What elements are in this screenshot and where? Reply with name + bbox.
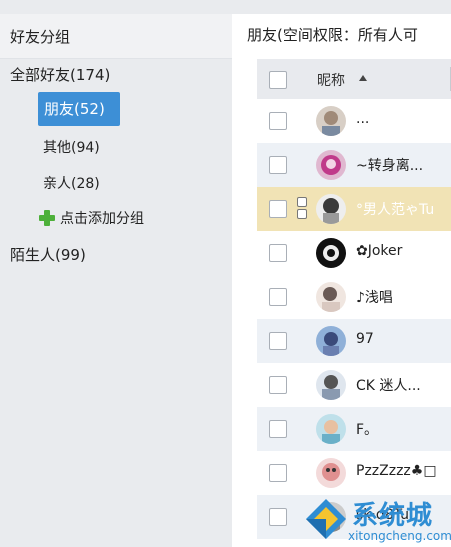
nickname-column-header[interactable]: 昵称 bbox=[317, 70, 345, 90]
avatar bbox=[316, 282, 346, 312]
table-row[interactable]: F。 bbox=[257, 407, 451, 451]
avatar bbox=[316, 150, 346, 180]
select-all-checkbox[interactable] bbox=[269, 71, 287, 89]
watermark-url: xitongcheng.com bbox=[348, 529, 451, 543]
contact-nickname: PzzZzzz♣□ bbox=[356, 463, 437, 479]
table-row[interactable]: ~转身离... bbox=[257, 143, 451, 187]
contact-nickname: CK 迷人... bbox=[356, 378, 421, 394]
group-family[interactable]: 亲人(28) bbox=[43, 173, 100, 193]
row-checkbox[interactable] bbox=[269, 420, 287, 438]
row-checkbox[interactable] bbox=[269, 464, 287, 482]
table-row[interactable]: ♪浅唱 bbox=[257, 275, 451, 319]
avatar bbox=[316, 106, 346, 136]
table-row[interactable]: PzzZzzz♣□ bbox=[257, 451, 451, 495]
table-row[interactable]: ✿Joker bbox=[257, 231, 451, 275]
contact-nickname: F。 bbox=[356, 422, 379, 438]
row-checkbox[interactable] bbox=[269, 244, 287, 262]
group-other[interactable]: 其他(94) bbox=[43, 137, 100, 157]
mobile-icon bbox=[297, 209, 307, 219]
row-checkbox[interactable] bbox=[269, 332, 287, 350]
contact-nickname: ♪浅唱 bbox=[356, 290, 393, 306]
row-checkbox[interactable] bbox=[269, 376, 287, 394]
row-checkbox[interactable] bbox=[269, 112, 287, 130]
group-friends[interactable]: 朋友(52) bbox=[38, 92, 120, 126]
contact-nickname: °男人范ゃTu bbox=[356, 202, 435, 218]
contact-nickname: ~转身离... bbox=[356, 158, 424, 174]
plus-icon bbox=[38, 209, 56, 227]
camera-icon bbox=[297, 197, 307, 207]
watermark-text: 系统城 bbox=[352, 501, 434, 531]
sidebar-title: 好友分组 bbox=[10, 28, 71, 46]
contact-nickname: 97 bbox=[356, 331, 374, 347]
avatar bbox=[316, 238, 346, 268]
sort-ascending-icon[interactable] bbox=[359, 75, 367, 81]
row-checkbox[interactable] bbox=[269, 156, 287, 174]
table-row[interactable]: 97 bbox=[257, 319, 451, 363]
avatar bbox=[316, 458, 346, 488]
table-row[interactable]: ... bbox=[257, 99, 451, 143]
avatar bbox=[316, 326, 346, 356]
group-strangers[interactable]: 陌生人(99) bbox=[10, 244, 86, 265]
groups-panel bbox=[0, 59, 232, 547]
avatar bbox=[316, 414, 346, 444]
add-group-label: 点击添加分组 bbox=[60, 211, 144, 227]
friends-list-pane: 朋友(空间权限：所有人可 昵称 ... ~转身离... °男人范ゃTu ✿Jok… bbox=[232, 14, 451, 547]
list-header: 昵称 bbox=[257, 59, 451, 99]
add-group-button[interactable]: 点击添加分组 bbox=[38, 208, 144, 228]
group-all-friends[interactable]: 全部好友(174) bbox=[10, 64, 110, 85]
contact-nickname: ✿Joker bbox=[356, 243, 403, 259]
contact-nickname: ... bbox=[356, 111, 370, 127]
row-checkbox[interactable] bbox=[269, 508, 287, 526]
pane-title: 朋友(空间权限：所有人可 bbox=[247, 26, 418, 44]
table-row[interactable]: °男人范ゃTu bbox=[257, 187, 451, 231]
row-checkbox[interactable] bbox=[269, 288, 287, 306]
window-top-strip bbox=[0, 0, 451, 14]
table-row[interactable]: CK 迷人... bbox=[257, 363, 451, 407]
status-badges bbox=[297, 197, 307, 219]
row-checkbox[interactable] bbox=[269, 200, 287, 218]
watermark-logo-icon bbox=[306, 499, 346, 539]
avatar bbox=[316, 370, 346, 400]
avatar bbox=[316, 194, 346, 224]
site-watermark: 系统城 xitongcheng.com bbox=[300, 493, 451, 547]
